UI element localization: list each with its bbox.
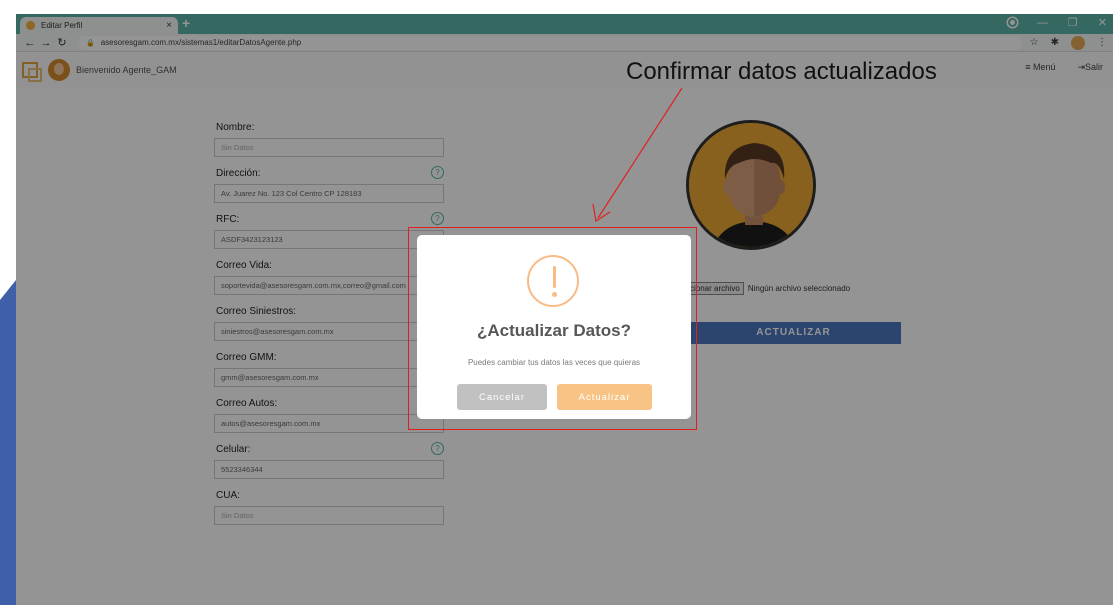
annotation-highlight-box bbox=[408, 227, 697, 430]
annotation-caption: Confirmar datos actualizados bbox=[626, 58, 937, 85]
